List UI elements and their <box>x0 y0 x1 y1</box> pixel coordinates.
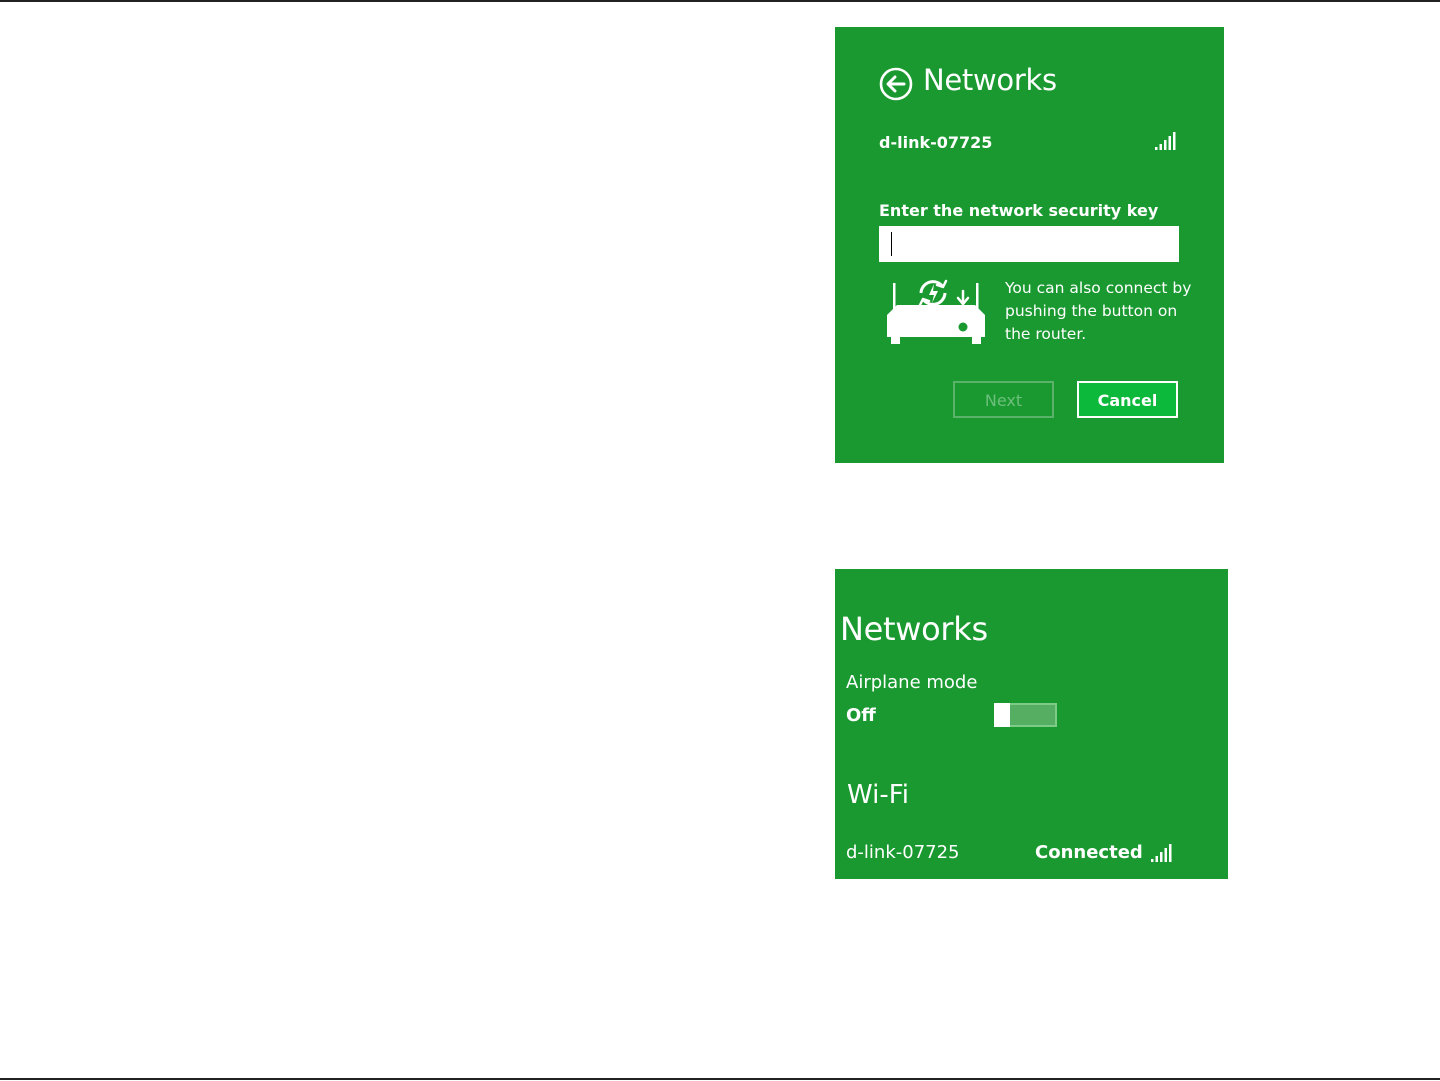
panel-title: Networks <box>923 63 1057 97</box>
cancel-button[interactable]: Cancel <box>1077 381 1178 418</box>
wps-hint-text: You can also connect by pushing the butt… <box>1005 279 1192 343</box>
network-name: d-link-07725 <box>879 133 993 152</box>
text-caret <box>891 232 892 256</box>
network-status-panel: Networks Airplane mode Off Wi-Fi d-link-… <box>835 569 1228 879</box>
security-key-label: Enter the network security key <box>879 201 1159 220</box>
wifi-network-name[interactable]: d-link-07725 <box>846 842 960 863</box>
next-button[interactable]: Next <box>953 381 1054 418</box>
signal-strength-icon <box>1155 132 1176 150</box>
connection-status: Connected <box>1035 842 1143 863</box>
panel-title: Networks <box>840 610 988 648</box>
page-bottom-rule <box>0 1078 1440 1080</box>
security-key-input[interactable] <box>879 226 1179 262</box>
wifi-heading: Wi-Fi <box>847 780 910 810</box>
toggle-knob <box>994 703 1010 727</box>
wps-router-icon <box>887 279 985 344</box>
airplane-mode-toggle[interactable] <box>994 703 1057 727</box>
network-connect-panel: Networks d-link-07725 Enter the network … <box>835 27 1224 463</box>
back-arrow-icon[interactable] <box>879 67 913 101</box>
airplane-mode-state: Off <box>846 705 876 726</box>
airplane-mode-label: Airplane mode <box>846 672 978 693</box>
signal-strength-icon <box>1151 844 1172 862</box>
page-top-rule <box>0 0 1440 2</box>
